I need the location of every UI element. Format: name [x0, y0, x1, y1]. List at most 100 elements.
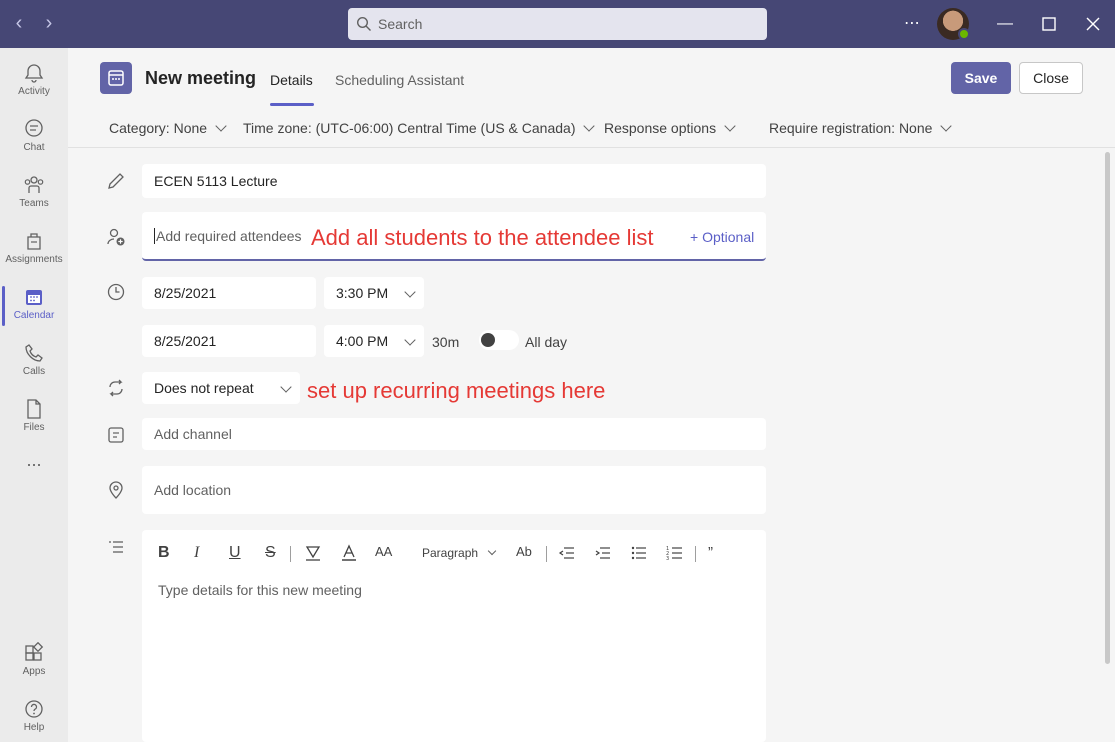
rail-item-chat[interactable]: Chat — [0, 110, 68, 166]
rail-label: Files — [23, 422, 45, 433]
channel-icon — [108, 427, 124, 443]
forward-arrow-icon[interactable]: › — [38, 13, 60, 35]
decrease-indent-icon[interactable] — [558, 544, 576, 567]
svg-text:3: 3 — [666, 556, 669, 562]
calendar-icon — [100, 62, 132, 94]
close-button[interactable]: Close — [1019, 62, 1083, 94]
paragraph-label: Paragraph — [422, 546, 479, 560]
all-day-toggle[interactable] — [479, 330, 519, 350]
scrollbar[interactable] — [1105, 152, 1110, 664]
rail-label: Calendar — [13, 310, 55, 321]
active-tab-indicator — [270, 103, 314, 106]
app-rail: Activity Chat Teams Assignments Calendar… — [0, 48, 68, 742]
paragraph-select[interactable]: Paragraph — [422, 546, 497, 560]
maximize-icon[interactable] — [1037, 12, 1061, 36]
rail-item-activity[interactable]: Activity — [0, 54, 68, 110]
details-list-icon — [109, 541, 123, 553]
header: New meeting Details Scheduling Assistant… — [68, 48, 1115, 108]
repeat-annotation: set up recurring meetings here — [307, 378, 606, 403]
rail-label: Teams — [19, 198, 49, 209]
search-icon — [356, 16, 371, 31]
attendees-annotation: Add all students to the attendee list — [311, 225, 654, 250]
rail-item-files[interactable]: Files — [0, 390, 68, 446]
underline-icon[interactable]: U — [229, 544, 241, 562]
back-arrow-icon[interactable]: ‹ — [8, 13, 30, 35]
quote-icon[interactable]: ” — [708, 544, 713, 561]
search-placeholder: Search — [378, 16, 423, 32]
rail-label: Apps — [22, 666, 46, 677]
channel-input[interactable]: Add channel — [142, 418, 766, 450]
rail-item-calendar[interactable]: Calendar — [0, 278, 68, 334]
highlight-icon[interactable] — [304, 544, 322, 567]
pencil-icon — [108, 173, 124, 189]
title-input[interactable]: ECEN 5113 Lecture — [142, 164, 766, 198]
end-date-input[interactable]: 8/25/2021 — [142, 325, 316, 357]
all-day-label: All day — [525, 334, 568, 350]
italic-icon[interactable]: I — [194, 544, 199, 562]
tab-details[interactable]: Details — [270, 72, 313, 88]
rail-item-apps[interactable]: Apps — [0, 634, 68, 690]
duration-label: 30m — [432, 334, 460, 350]
location-input[interactable]: Add location — [142, 466, 766, 514]
bold-icon[interactable]: B — [158, 544, 170, 562]
teams-icon — [24, 176, 44, 193]
search-box[interactable]: Search — [348, 8, 767, 40]
location-pin-icon — [109, 481, 123, 499]
optional-attendees-link[interactable]: + Optional — [690, 229, 754, 245]
repeat-value: Does not repeat — [154, 380, 254, 396]
more-apps-icon[interactable]: ... — [0, 451, 68, 478]
spell-check-icon[interactable]: Ab — [516, 544, 532, 559]
chevron-down-icon — [280, 381, 292, 393]
help-icon — [25, 700, 43, 718]
start-time-select[interactable]: 3:30 PM — [324, 277, 424, 309]
chevron-down-icon — [940, 120, 953, 132]
chevron-down-icon — [724, 120, 736, 132]
tab-scheduling-assistant[interactable]: Scheduling Assistant — [335, 72, 464, 88]
close-window-icon[interactable] — [1081, 12, 1105, 36]
response-options-dropdown[interactable]: Response options — [604, 120, 736, 136]
timezone-label: Time zone: (UTC-06:00) Central Time (US … — [243, 120, 576, 136]
chat-icon — [25, 119, 43, 137]
phone-icon — [25, 344, 43, 362]
apps-icon — [25, 642, 44, 661]
meeting-form: New meeting Details Scheduling Assistant… — [68, 48, 1115, 742]
chevron-down-icon — [215, 120, 227, 132]
category-label: Category: None — [109, 120, 208, 136]
end-time-select[interactable]: 4:00 PM — [324, 325, 424, 357]
registration-dropdown[interactable]: Require registration: None — [769, 120, 953, 136]
rail-label: Help — [23, 722, 45, 733]
response-options-label: Response options — [604, 120, 717, 136]
chevron-down-icon — [583, 120, 596, 132]
file-icon — [27, 399, 41, 419]
clock-icon — [107, 283, 125, 301]
bell-icon — [24, 64, 44, 83]
strikethrough-icon[interactable]: S — [265, 544, 276, 562]
start-date-input[interactable]: 8/25/2021 — [142, 277, 316, 309]
timezone-dropdown[interactable]: Time zone: (UTC-06:00) Central Time (US … — [243, 120, 596, 136]
font-color-icon[interactable] — [340, 544, 358, 567]
rail-item-teams[interactable]: Teams — [0, 166, 68, 222]
add-person-icon — [107, 228, 125, 246]
calendar-icon — [26, 290, 42, 305]
attendees-placeholder: Add required attendees — [154, 227, 302, 244]
increase-indent-icon[interactable] — [594, 544, 612, 567]
minimize-icon[interactable]: — — [993, 12, 1017, 36]
bulleted-list-icon[interactable] — [630, 544, 648, 567]
page-title: New meeting — [145, 68, 257, 88]
chevron-down-icon — [404, 286, 416, 298]
repeat-select[interactable]: Does not repeat — [142, 372, 300, 404]
save-button[interactable]: Save — [951, 62, 1011, 94]
ellipsis-icon[interactable]: ⋯ — [900, 12, 924, 36]
presence-available-icon — [958, 28, 970, 40]
rail-label: Chat — [23, 142, 45, 153]
rail-item-calls[interactable]: Calls — [0, 334, 68, 390]
numbered-list-icon[interactable]: 123 — [666, 544, 684, 567]
font-size-icon[interactable]: AA — [375, 544, 392, 559]
toolbar-divider — [546, 546, 547, 562]
title-bar: ‹ › Search ⋯ — — [0, 0, 1115, 48]
rail-item-assignments[interactable]: Assignments — [0, 222, 68, 278]
category-dropdown[interactable]: Category: None — [109, 120, 227, 136]
details-editor[interactable]: B I U S AA Paragraph Ab 123 ” Type detai… — [142, 530, 766, 742]
assignments-icon — [27, 233, 41, 250]
rail-item-help[interactable]: Help — [0, 690, 68, 742]
